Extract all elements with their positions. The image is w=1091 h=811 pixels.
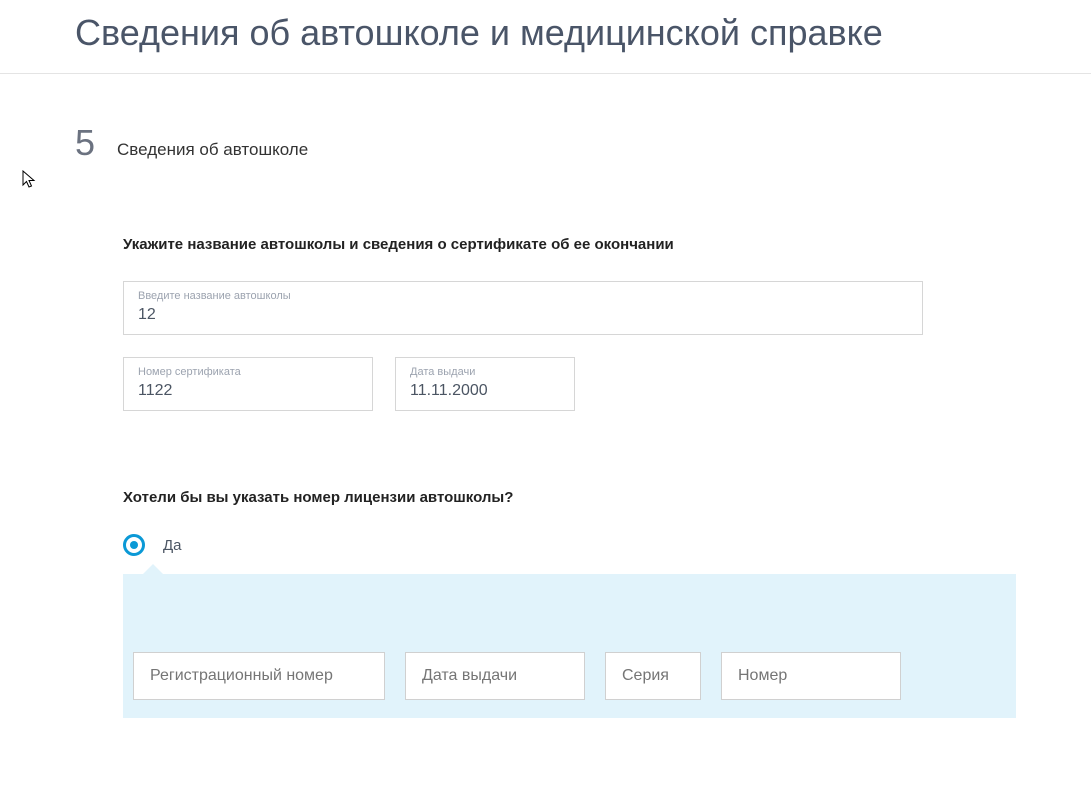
cert-number-input[interactable] bbox=[138, 382, 358, 400]
radio-yes-row[interactable]: Да bbox=[123, 534, 1016, 556]
radio-selected-dot-icon bbox=[130, 541, 138, 549]
license-reg-number-input[interactable] bbox=[133, 652, 385, 700]
cursor-icon bbox=[22, 170, 38, 190]
license-series-input[interactable] bbox=[605, 652, 701, 700]
page-title: Сведения об автошколе и медицинской спра… bbox=[0, 0, 1091, 74]
cert-number-label: Номер сертификата bbox=[138, 366, 358, 378]
issue-date-field[interactable]: Дата выдачи bbox=[395, 357, 575, 411]
license-panel bbox=[123, 574, 1016, 718]
license-number-input[interactable] bbox=[721, 652, 901, 700]
radio-yes-icon[interactable] bbox=[123, 534, 145, 556]
subheading-school-cert: Укажите название автошколы и сведения о … bbox=[123, 236, 1016, 253]
section-header: 5 Сведения об автошколе bbox=[0, 74, 1091, 164]
license-issue-date-input[interactable] bbox=[405, 652, 585, 700]
section-number: 5 bbox=[75, 122, 117, 164]
school-name-input[interactable] bbox=[138, 306, 908, 324]
section-title: Сведения об автошколе bbox=[117, 140, 308, 160]
school-name-label: Введите название автошколы bbox=[138, 290, 908, 302]
school-name-field[interactable]: Введите название автошколы bbox=[123, 281, 923, 335]
radio-yes-label: Да bbox=[163, 537, 182, 554]
issue-date-input[interactable] bbox=[410, 382, 560, 400]
license-question: Хотели бы вы указать номер лицензии авто… bbox=[123, 489, 1016, 506]
cert-number-field[interactable]: Номер сертификата bbox=[123, 357, 373, 411]
issue-date-label: Дата выдачи bbox=[410, 366, 560, 378]
